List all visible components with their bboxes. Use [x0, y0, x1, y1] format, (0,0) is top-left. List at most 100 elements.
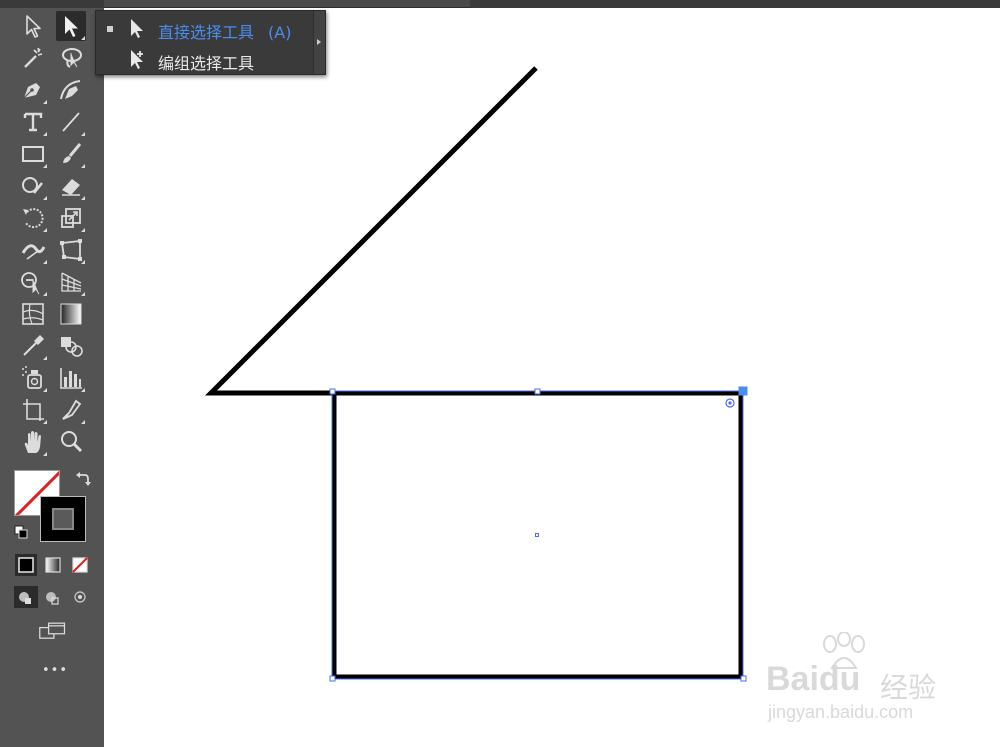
mesh-tool[interactable]	[18, 299, 48, 329]
flyout-item-group-selection[interactable]: 编组选择工具	[96, 43, 312, 75]
lasso-icon	[62, 48, 82, 68]
slice-tool[interactable]	[56, 395, 86, 425]
selection-handle-tm	[534, 388, 541, 395]
type-tool[interactable]	[18, 107, 48, 137]
tool-group-indicator	[81, 388, 85, 392]
eyedropper-tool[interactable]	[18, 331, 48, 361]
blend-icon	[61, 337, 83, 357]
shaper-tool[interactable]	[18, 171, 48, 201]
tool-group-indicator	[43, 260, 47, 264]
color-icon	[18, 557, 34, 573]
stroke-swatch[interactable]	[40, 496, 86, 542]
selection-tools-flyout: 直接选择工具 (A) 编组选择工具	[95, 10, 326, 75]
gradient-icon	[60, 303, 82, 325]
triangle-path	[204, 66, 538, 396]
direct-selection-tool[interactable]	[18, 11, 48, 41]
tool-group-indicator	[43, 388, 47, 392]
shortcut-label: (A)	[268, 23, 292, 42]
selection-tool[interactable]	[56, 11, 86, 41]
column-graph-tool[interactable]	[56, 363, 86, 393]
none-mode-button[interactable]	[69, 554, 91, 576]
tool-group-indicator	[81, 228, 85, 232]
tool-group-indicator	[81, 260, 85, 264]
mesh-icon	[22, 303, 44, 325]
flyout-tearoff-button[interactable]	[313, 11, 325, 74]
draw-behind-button[interactable]	[41, 586, 65, 608]
lasso-tool[interactable]	[56, 43, 86, 73]
rotate-tool[interactable]	[18, 203, 48, 233]
tool-group-indicator	[43, 164, 47, 168]
watermark-sub: 经验	[880, 671, 937, 704]
group-selection-icon	[131, 50, 143, 69]
gradient-swatch-icon	[45, 557, 61, 573]
hand-tool[interactable]	[18, 427, 48, 457]
magic-wand-icon	[24, 47, 43, 68]
tool-group-indicator	[81, 36, 85, 40]
tool-group-indicator	[81, 196, 85, 200]
tool-group-indicator	[81, 132, 85, 136]
gradient-mode-button[interactable]	[42, 554, 64, 576]
draw-inside-icon	[74, 591, 86, 603]
tool-group-indicator	[43, 356, 47, 360]
width-tool[interactable]	[18, 235, 48, 265]
paintbrush-tool[interactable]	[56, 139, 86, 169]
gradient-tool[interactable]	[56, 299, 86, 329]
shape-builder-tool[interactable]	[18, 267, 48, 297]
free-transform-tool[interactable]	[56, 235, 86, 265]
top-bar	[0, 0, 1000, 8]
artboard-tool[interactable]	[18, 395, 48, 425]
tool-group-indicator	[43, 132, 47, 136]
selection-handle-br	[740, 675, 747, 682]
tool-group-indicator	[43, 452, 47, 456]
stroke-inner-box	[52, 508, 74, 530]
eraser-tool[interactable]	[56, 171, 86, 201]
curvature-icon	[60, 80, 81, 100]
edit-toolbar-button[interactable]: •••	[38, 663, 72, 681]
watermark-brand: Baidu	[766, 660, 861, 698]
tool-group-indicator	[43, 100, 47, 104]
selection-handle-bl	[329, 675, 336, 682]
baidu-watermark: Baidu 经验 jingyan.baidu.com	[760, 630, 960, 730]
default-fill-stroke-button[interactable]	[14, 524, 28, 539]
zoom-icon	[61, 431, 83, 453]
flyout-item-direct-selection[interactable]: 直接选择工具 (A)	[96, 12, 312, 44]
blend-tool[interactable]	[56, 331, 86, 361]
draw-behind-icon	[46, 592, 59, 605]
perspective-grid-tool[interactable]	[56, 267, 86, 297]
live-corner-widget-dot	[728, 401, 732, 405]
swap-fill-stroke-button[interactable]	[74, 470, 92, 488]
center-point	[535, 533, 539, 537]
tools-panel: •••	[8, 8, 102, 747]
magic-wand-tool[interactable]	[18, 43, 48, 73]
document-tab-strip	[104, 0, 470, 8]
watermark-url: jingyan.baidu.com	[768, 702, 914, 722]
selection-handle-tl	[329, 388, 336, 395]
line-segment-tool[interactable]	[56, 107, 86, 137]
pen-tool[interactable]	[18, 75, 48, 105]
tool-group-indicator	[43, 196, 47, 200]
active-bullet	[107, 26, 113, 32]
rectangle-tool[interactable]	[18, 139, 48, 169]
flyout-label-group-selection: 编组选择工具	[158, 54, 255, 73]
zoom-tool[interactable]	[56, 427, 86, 457]
none-icon	[72, 557, 88, 573]
direct-selection-icon	[131, 19, 143, 38]
tool-group-indicator	[43, 228, 47, 232]
selection-handle-tr	[738, 386, 748, 396]
tool-group-indicator	[43, 292, 47, 296]
swap-arrow-icon	[76, 472, 91, 486]
color-mode-button[interactable]	[15, 554, 37, 576]
symbol-sprayer-tool[interactable]	[18, 363, 48, 393]
draw-normal-button[interactable]	[14, 586, 38, 608]
tearoff-arrow-icon	[317, 39, 321, 45]
scale-tool[interactable]	[56, 203, 86, 233]
tool-group-indicator	[81, 164, 85, 168]
screen-mode-icon	[39, 622, 66, 639]
direct-selection-icon	[26, 15, 41, 38]
default-colors-icon	[14, 525, 28, 539]
tool-group-indicator	[81, 420, 85, 424]
screen-mode-button[interactable]	[38, 617, 72, 647]
draw-inside-button[interactable]	[68, 586, 92, 608]
curvature-tool[interactable]	[56, 75, 86, 105]
draw-normal-icon	[19, 592, 31, 604]
